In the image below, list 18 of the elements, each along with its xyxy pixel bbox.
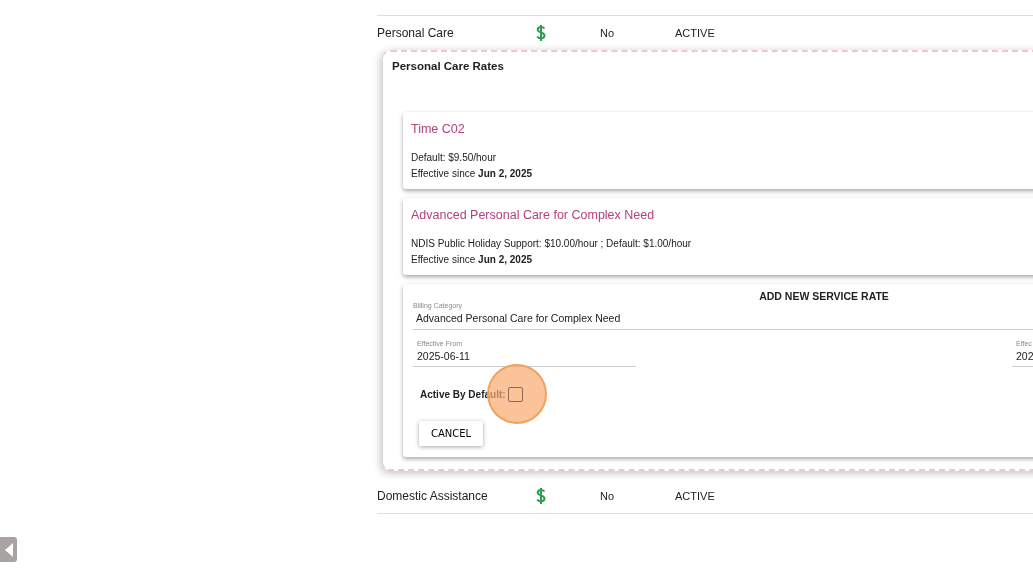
service-name[interactable]: Domestic Assistance [377, 489, 535, 503]
service-name[interactable]: Personal Care [377, 26, 535, 40]
rate-pricing: NDIS Public Holiday Support: $10.00/hour ; Default: $1.00/hour [411, 237, 693, 251]
rate-name[interactable]: Advanced Personal Care for Complex Need [411, 208, 1033, 222]
effective-date: Effective since Jun 2, 2025 [411, 253, 533, 267]
checkbox-label: Active By Default: [420, 389, 503, 400]
flag-cell-text: No [600, 490, 616, 502]
effective-date: Effective since Jun 2, 2025 [411, 167, 533, 181]
form-title: ADD NEW SERVICE RATE [758, 290, 890, 302]
panel-title: Personal Care Rates [392, 60, 505, 72]
collapse-button[interactable] [0, 537, 17, 562]
rate-pricing: Default: $9.50/hour [411, 151, 498, 165]
cancel-button[interactable]: CANCEL [419, 421, 484, 446]
rate-name[interactable]: Time C02 [411, 122, 1033, 136]
flag-cell-text: No [600, 27, 616, 39]
status-cell-text: ACTIVE [675, 27, 716, 39]
status-cell-text: ACTIVE [675, 490, 716, 502]
left-triangle-icon [3, 541, 14, 558]
